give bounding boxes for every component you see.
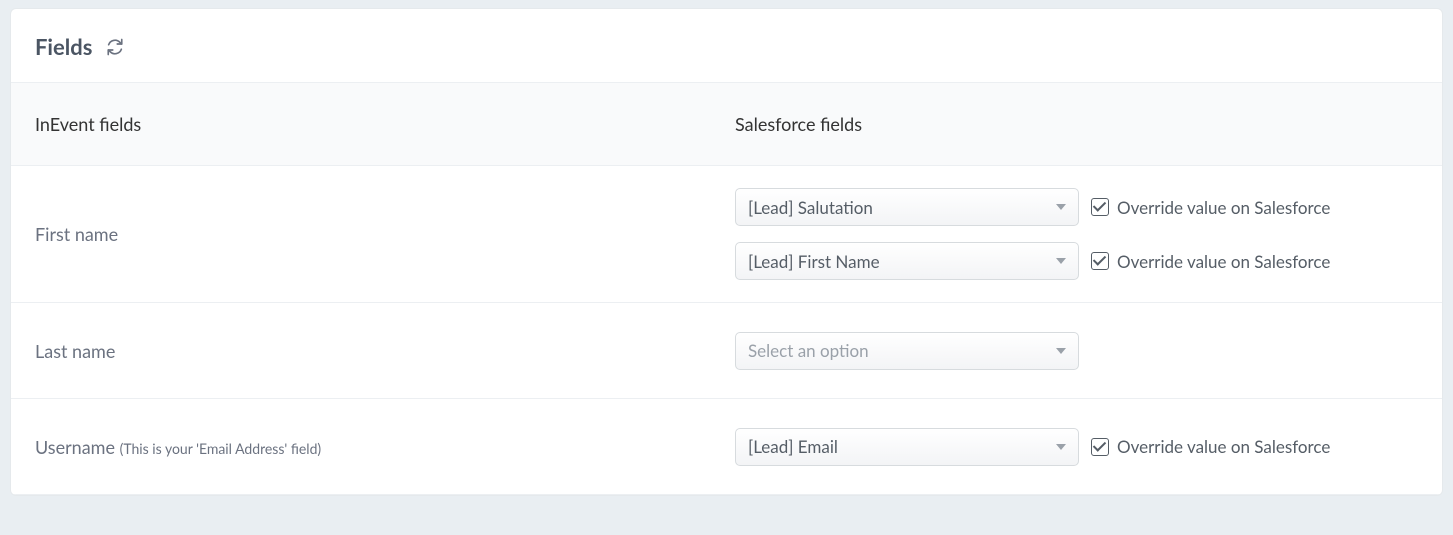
salesforce-field-select[interactable]: [Lead] Email <box>735 428 1079 466</box>
select-value: [Lead] Salutation <box>748 197 873 218</box>
override-label: Override value on Salesforce <box>1117 251 1330 272</box>
chevron-down-icon <box>1056 258 1066 264</box>
field-label: Username <box>35 436 115 458</box>
field-row-first-name: First name [Lead] Salutation Override va… <box>11 166 1442 303</box>
override-checkbox[interactable] <box>1091 252 1109 270</box>
salesforce-field-select[interactable]: [Lead] Salutation <box>735 188 1079 226</box>
field-row-username: Username (This is your 'Email Address' f… <box>11 399 1442 495</box>
salesforce-field-select[interactable]: [Lead] First Name <box>735 242 1079 280</box>
column-header-inevent: InEvent fields <box>35 113 735 135</box>
chevron-down-icon <box>1056 444 1066 450</box>
override-label: Override value on Salesforce <box>1117 197 1330 218</box>
override-checkbox[interactable] <box>1091 438 1109 456</box>
override-checkbox[interactable] <box>1091 198 1109 216</box>
chevron-down-icon <box>1056 348 1066 354</box>
field-label: First name <box>35 223 118 245</box>
card-header: Fields <box>11 9 1442 83</box>
select-value: [Lead] Email <box>748 436 838 457</box>
override-checkbox-wrap[interactable]: Override value on Salesforce <box>1091 436 1330 457</box>
field-label: Last name <box>35 340 115 362</box>
fields-card: Fields InEvent fields Salesforce fields … <box>10 8 1443 496</box>
chevron-down-icon <box>1056 204 1066 210</box>
override-checkbox-wrap[interactable]: Override value on Salesforce <box>1091 251 1330 272</box>
refresh-icon[interactable] <box>106 38 124 56</box>
field-row-last-name: Last name Select an option <box>11 303 1442 399</box>
override-label: Override value on Salesforce <box>1117 436 1330 457</box>
column-header-salesforce: Salesforce fields <box>735 113 1418 135</box>
select-value: [Lead] First Name <box>748 251 880 272</box>
card-title: Fields <box>35 33 92 60</box>
table-header: InEvent fields Salesforce fields <box>11 83 1442 166</box>
select-placeholder: Select an option <box>748 340 869 361</box>
override-checkbox-wrap[interactable]: Override value on Salesforce <box>1091 197 1330 218</box>
salesforce-field-select[interactable]: Select an option <box>735 332 1079 370</box>
field-hint: (This is your 'Email Address' field) <box>120 440 322 457</box>
